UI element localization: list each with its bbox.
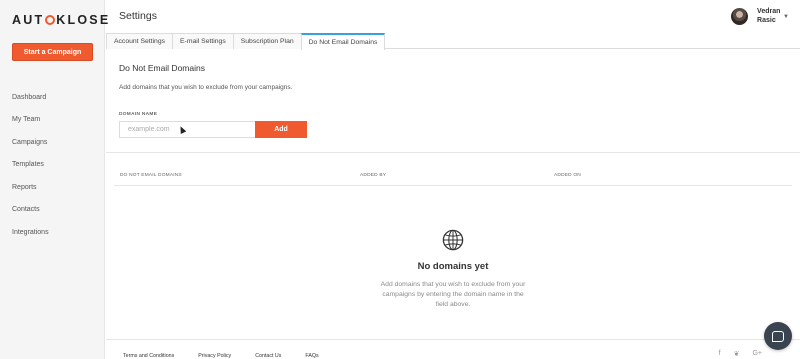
column-header-domains[interactable]: DO NOT EMAIL DOMAINS <box>120 173 182 178</box>
domain-name-input[interactable] <box>119 121 256 138</box>
sidebar-item-integrations[interactable]: Integrations <box>0 221 105 244</box>
sidebar-item-campaigns[interactable]: Campaigns <box>0 131 105 154</box>
add-domain-button[interactable]: Add <box>255 121 307 138</box>
twitter-icon[interactable]: ❦ <box>734 350 740 358</box>
logo-text-right: KLOSE <box>56 13 111 27</box>
footer: Terms and Conditions Privacy Policy Cont… <box>106 339 800 359</box>
column-header-added-on[interactable]: ADDED ON <box>554 173 581 178</box>
empty-state-title: No domains yet <box>417 261 489 272</box>
autoklose-logo[interactable]: AUT KLOSE <box>12 13 110 27</box>
chevron-down-icon[interactable]: ▼ <box>783 14 789 20</box>
footer-link-faqs[interactable]: FAQs <box>305 353 318 359</box>
settings-tabs: Account Settings E-mail Settings Subscri… <box>106 33 800 50</box>
footer-link-privacy[interactable]: Privacy Policy <box>198 353 231 359</box>
user-menu[interactable]: Vedran Rasic ▼ <box>731 7 789 25</box>
domain-name-label: DOMAIN NAME <box>119 112 158 117</box>
sidebar-item-contacts[interactable]: Contacts <box>0 199 105 222</box>
user-name: Vedran Rasic <box>757 8 781 24</box>
section-divider <box>106 152 800 153</box>
social-links: f ❦ G+ <box>706 350 762 358</box>
empty-state: No domains yet Add domains that you wish… <box>114 229 792 310</box>
globe-icon <box>442 229 464 251</box>
logo-gear-icon <box>45 15 56 25</box>
footer-link-contact[interactable]: Contact Us <box>255 353 281 359</box>
column-header-added-by[interactable]: ADDED BY <box>360 173 386 178</box>
footer-links: Terms and Conditions Privacy Policy Cont… <box>123 353 343 359</box>
sidebar: AUT KLOSE Start a Campaign Dashboard My T… <box>0 0 108 359</box>
chat-icon <box>772 330 784 342</box>
logo-text-left: AUT <box>12 13 45 27</box>
chat-support-button[interactable] <box>764 322 792 350</box>
start-campaign-button[interactable]: Start a Campaign <box>12 43 93 61</box>
tab-do-not-email-domains[interactable]: Do Not Email Domains <box>300 33 386 50</box>
footer-link-terms[interactable]: Terms and Conditions <box>123 353 174 359</box>
tab-subscription-plan[interactable]: Subscription Plan <box>232 33 302 49</box>
sidebar-item-my-team[interactable]: My Team <box>0 109 105 132</box>
sidebar-item-reports[interactable]: Reports <box>0 176 105 199</box>
sidebar-nav: Dashboard My Team Campaigns Templates Re… <box>0 86 105 244</box>
tab-email-settings[interactable]: E-mail Settings <box>172 33 234 49</box>
avatar[interactable] <box>731 7 749 25</box>
sidebar-item-dashboard[interactable]: Dashboard <box>0 86 105 109</box>
domains-table-header: DO NOT EMAIL DOMAINS ADDED BY ADDED ON <box>114 167 792 186</box>
section-description: Add domains that you wish to exclude fro… <box>119 84 293 91</box>
main-content: Do Not Email Domains Add domains that yo… <box>106 49 800 359</box>
empty-state-description: Add domains that you wish to exclude fro… <box>380 281 526 308</box>
sidebar-item-templates[interactable]: Templates <box>0 154 105 177</box>
tab-account-settings[interactable]: Account Settings <box>106 33 174 49</box>
google-plus-icon[interactable]: G+ <box>752 350 762 358</box>
top-header: Settings Vedran Rasic ▼ <box>105 0 800 33</box>
section-title: Do Not Email Domains <box>119 63 205 73</box>
page-title: Settings <box>119 10 157 22</box>
facebook-icon[interactable]: f <box>719 350 721 358</box>
